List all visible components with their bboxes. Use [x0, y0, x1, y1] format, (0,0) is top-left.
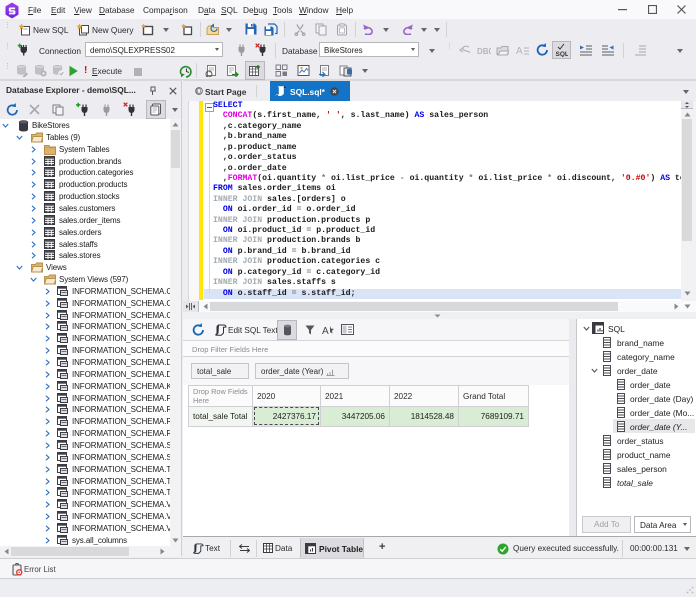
svg-text:A: A [516, 46, 523, 56]
svg-text:A: A [322, 326, 329, 336]
svg-text:SQL: SQL [556, 51, 569, 57]
svg-text:DB0: DB0 [477, 47, 491, 55]
